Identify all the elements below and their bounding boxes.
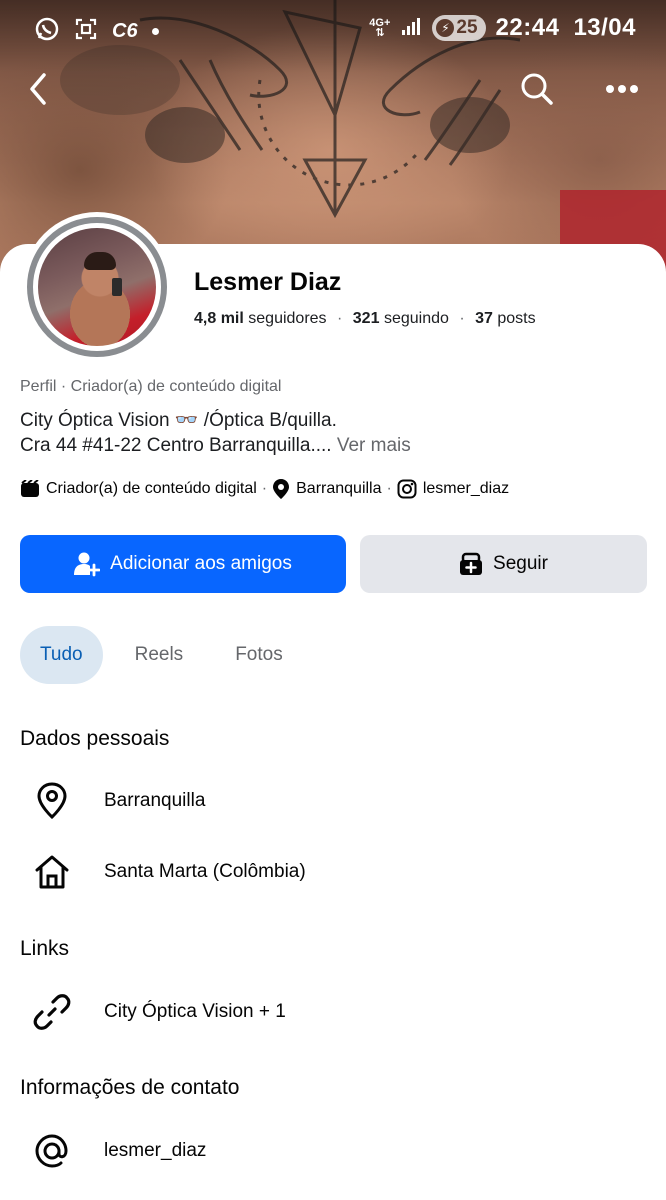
info-row-contact[interactable]: lesmer_diaz — [20, 1124, 646, 1178]
meta-creator-text: Criador(a) de conteúdo digital — [46, 480, 257, 497]
bio-line: City Óptica Vision 👓 /Óptica B/quilla. — [20, 410, 337, 431]
section-title-personal: Dados pessoais — [20, 727, 170, 750]
profile-category: Perfil · Criador(a) de conteúdo digital — [20, 378, 282, 395]
signal-icon — [400, 15, 422, 42]
at-icon — [35, 1134, 68, 1168]
home-icon — [35, 855, 69, 889]
info-row-hometown[interactable]: Santa Marta (Colômbia) — [20, 845, 646, 899]
info-row-contact-text: lesmer_diaz — [104, 1140, 207, 1161]
location-pin-icon — [37, 782, 67, 820]
clock: 22:44 — [495, 14, 560, 41]
info-row-hometown-text: Santa Marta (Colômbia) — [104, 861, 306, 882]
info-row-link[interactable]: City Óptica Vision + 1 — [20, 985, 646, 1039]
avatar-hair — [84, 252, 116, 270]
avatar[interactable] — [22, 212, 172, 362]
info-row-location[interactable]: Barranquilla — [20, 774, 646, 828]
location-pin-icon — [273, 479, 290, 499]
back-arrow-icon — [30, 73, 46, 105]
more-options-button[interactable] — [599, 66, 645, 112]
followers-count[interactable]: 4,8 mil — [194, 310, 244, 327]
bio-line-text: Cra 44 #41-22 Centro Barranquilla.... — [20, 435, 332, 456]
meta-creator: Criador(a) de conteúdo digital — [20, 480, 257, 498]
follow-button[interactable]: Seguir — [360, 535, 647, 593]
avatar-story-ring — [27, 217, 167, 357]
profile-tabs: Tudo Reels Fotos — [20, 626, 303, 684]
status-bar: C6 4G+ ⇅ ⚡ 25 22:44 13/04 — [0, 0, 666, 62]
section-title-contact: Informações de contato — [20, 1076, 240, 1099]
network-type: 4G+ ⇅ — [369, 17, 391, 39]
search-button[interactable] — [514, 66, 560, 112]
meta-instagram-text: lesmer_diaz — [422, 480, 510, 497]
screenshot-icon — [74, 17, 98, 46]
follow-label: Seguir — [493, 553, 548, 574]
back-button[interactable] — [16, 66, 62, 112]
following-count[interactable]: 321 — [353, 310, 380, 327]
info-row-link-text: City Óptica Vision + 1 — [104, 1001, 286, 1022]
stats-separator: · — [459, 310, 465, 327]
profile-meta-row: Criador(a) de conteúdo digital · Barranq… — [20, 478, 509, 500]
meta-location-text: Barranquilla — [296, 480, 382, 497]
instagram-icon — [397, 479, 417, 499]
posts-label: posts — [497, 310, 536, 327]
profile-stats: 4,8 mil seguidores · 321 seguindo · 37 p… — [194, 310, 536, 328]
tab-reels[interactable]: Reels — [115, 626, 204, 684]
tab-photos[interactable]: Fotos — [215, 626, 303, 684]
profile-name: Lesmer Diaz — [194, 268, 342, 296]
video-clapper-icon — [21, 480, 39, 497]
bio-line: Cra 44 #41-22 Centro Barranquilla.... Ve… — [20, 433, 411, 458]
meta-separator: · — [261, 480, 268, 497]
add-friend-button[interactable]: Adicionar aos amigos — [20, 535, 346, 593]
add-friend-icon — [74, 552, 101, 577]
followers-label[interactable]: seguidores — [248, 310, 326, 327]
section-title-links: Links — [20, 937, 70, 960]
add-friend-label: Adicionar aos amigos — [110, 553, 292, 574]
link-icon — [33, 994, 71, 1030]
meta-separator: · — [386, 480, 392, 497]
date: 13/04 — [573, 14, 636, 41]
battery-indicator: ⚡ 25 — [432, 15, 486, 41]
follow-icon — [460, 552, 483, 575]
posts-count: 37 — [475, 310, 493, 327]
notification-dot — [151, 28, 159, 35]
meta-instagram[interactable]: lesmer_diaz — [397, 479, 509, 499]
more-dots-icon — [606, 85, 638, 93]
stats-separator: · — [337, 310, 343, 327]
following-label[interactable]: seguindo — [384, 310, 449, 327]
see-more-link[interactable]: Ver mais — [337, 435, 411, 456]
search-icon — [521, 73, 553, 105]
tab-all[interactable]: Tudo — [20, 626, 103, 684]
whatsapp-icon — [34, 16, 60, 47]
profile-bio: City Óptica Vision 👓 /Óptica B/quilla. C… — [20, 408, 411, 458]
carrier-tag: C6 — [112, 20, 138, 42]
avatar-photo — [38, 228, 156, 346]
meta-location[interactable]: Barranquilla — [272, 478, 382, 500]
info-row-location-text: Barranquilla — [104, 790, 206, 811]
avatar-phone — [112, 278, 122, 296]
charging-bolt-icon: ⚡ — [436, 19, 455, 37]
